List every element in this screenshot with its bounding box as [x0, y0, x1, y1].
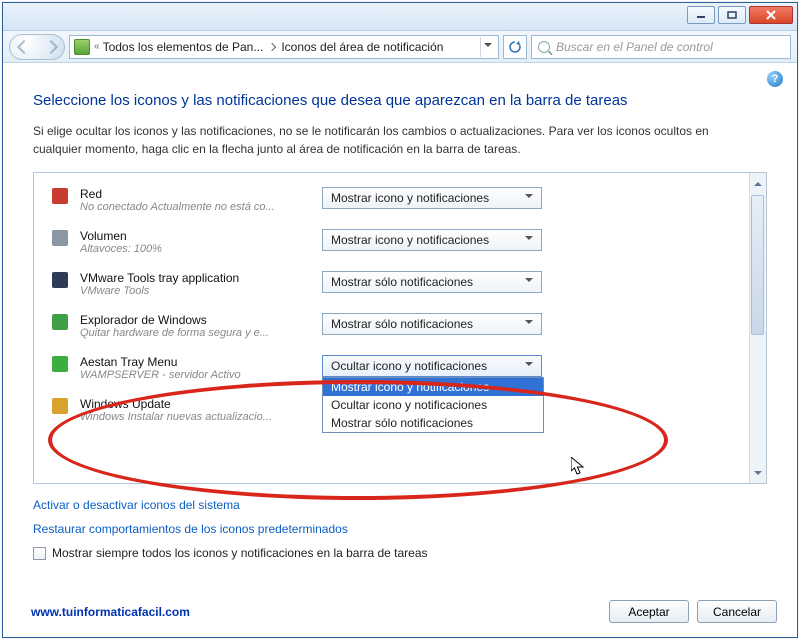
cursor-icon — [571, 457, 587, 477]
close-button[interactable] — [749, 6, 793, 24]
window-frame: « Todos los elementos de Pan... Iconos d… — [2, 2, 798, 638]
app-title: Red — [80, 187, 322, 201]
chevron-down-icon — [521, 231, 537, 249]
app-title: Explorador de Windows — [80, 313, 322, 327]
scroll-down-button[interactable] — [749, 466, 766, 483]
app-icon — [52, 272, 68, 288]
cancel-button[interactable]: Cancelar — [697, 600, 777, 623]
behavior-combobox[interactable]: Mostrar sólo notificaciones — [322, 313, 542, 335]
app-title: Aestan Tray Menu — [80, 355, 322, 369]
combobox-dropdown: Mostrar icono y notificacionesOcultar ic… — [322, 377, 544, 433]
search-input[interactable]: Buscar en el Panel de control — [531, 35, 791, 59]
back-icon — [16, 39, 30, 53]
forward-icon — [43, 39, 57, 53]
app-subtitle: Quitar hardware de forma segura y e... — [80, 327, 320, 339]
links-section: Activar o desactivar iconos del sistema … — [33, 498, 767, 560]
behavior-combobox[interactable]: Mostrar icono y notificaciones — [322, 187, 542, 209]
minimize-button[interactable] — [687, 6, 715, 24]
app-title: Volumen — [80, 229, 322, 243]
icon-settings-panel: RedNo conectado Actualmente no está co..… — [33, 172, 767, 484]
app-title: Windows Update — [80, 397, 322, 411]
breadcrumb-current: Iconos del área de notificación — [281, 40, 443, 54]
chevron-down-icon — [521, 189, 537, 207]
combobox-option[interactable]: Mostrar sólo notificaciones — [323, 414, 543, 432]
settings-row: VolumenAltavoces: 100% Mostrar icono y no… — [48, 229, 756, 255]
chevron-down-icon — [521, 315, 537, 333]
chevron-down-icon — [521, 273, 537, 291]
app-icon — [52, 398, 68, 414]
combobox-value: Mostrar sólo notificaciones — [331, 317, 473, 331]
refresh-button[interactable] — [503, 35, 527, 59]
behavior-combobox[interactable]: Mostrar sólo notificaciones — [322, 271, 542, 293]
chevron-right-icon — [268, 42, 276, 50]
page-title: Seleccione los iconos y las notificacion… — [33, 91, 767, 111]
app-icon — [52, 356, 68, 372]
link-system-icons[interactable]: Activar o desactivar iconos del sistema — [33, 498, 767, 512]
combobox-option[interactable]: Mostrar icono y notificaciones — [323, 378, 543, 396]
show-all-checkbox-label: Mostrar siempre todos los iconos y notif… — [52, 546, 428, 560]
scrollbar-thumb[interactable] — [751, 195, 764, 335]
app-subtitle: No conectado Actualmente no está co... — [80, 201, 320, 213]
behavior-combobox[interactable]: Ocultar icono y notificacionesMostrar ic… — [322, 355, 542, 377]
app-icon — [52, 230, 68, 246]
settings-row: Aestan Tray MenuWAMPSERVER - servidor Ac… — [48, 355, 756, 381]
link-restore-defaults[interactable]: Restaurar comportamientos de los iconos … — [33, 522, 767, 536]
combobox-value: Mostrar icono y notificaciones — [331, 233, 489, 247]
combobox-value: Mostrar sólo notificaciones — [331, 275, 473, 289]
scroll-up-button[interactable] — [749, 173, 766, 190]
combobox-option[interactable]: Ocultar icono y notificaciones — [323, 396, 543, 414]
app-subtitle: Altavoces: 100% — [80, 243, 320, 255]
maximize-button[interactable] — [718, 6, 746, 24]
show-all-checkbox-row: Mostrar siempre todos los iconos y notif… — [33, 546, 767, 560]
breadcrumb-dropdown[interactable] — [480, 37, 494, 57]
settings-row: VMware Tools tray applicationVMware Tool… — [48, 271, 756, 297]
nav-back-forward[interactable] — [9, 34, 65, 60]
breadcrumb-root: Todos los elementos de Pan... — [103, 40, 264, 54]
titlebar — [3, 3, 797, 31]
accept-button[interactable]: Aceptar — [609, 600, 689, 623]
scrollbar-track[interactable] — [749, 173, 766, 483]
app-title: VMware Tools tray application — [80, 271, 322, 285]
app-subtitle: WAMPSERVER - servidor Activo — [80, 369, 320, 381]
show-all-checkbox[interactable] — [33, 547, 46, 560]
breadcrumb[interactable]: « Todos los elementos de Pan... Iconos d… — [69, 35, 499, 59]
help-icon[interactable]: ? — [767, 71, 783, 87]
chevron-down-icon — [521, 357, 537, 375]
behavior-combobox[interactable]: Mostrar icono y notificaciones — [322, 229, 542, 251]
control-panel-icon — [74, 39, 90, 55]
footer-url: www.tuinformaticafacil.com — [31, 605, 190, 619]
footer: www.tuinformaticafacil.com Aceptar Cance… — [31, 600, 777, 623]
page-description: Si elige ocultar los iconos y las notifi… — [33, 123, 713, 158]
combobox-value: Mostrar icono y notificaciones — [331, 191, 489, 205]
combobox-value: Ocultar icono y notificaciones — [331, 359, 487, 373]
app-subtitle: Windows Instalar nuevas actualizacio... — [80, 411, 320, 423]
content-area: ? Seleccione los iconos y las notificaci… — [3, 63, 797, 637]
search-icon — [538, 41, 550, 53]
settings-row: Explorador de WindowsQuitar hardware de … — [48, 313, 756, 339]
app-subtitle: VMware Tools — [80, 285, 320, 297]
address-bar: « Todos los elementos de Pan... Iconos d… — [3, 31, 797, 63]
search-placeholder: Buscar en el Panel de control — [556, 40, 713, 54]
app-icon — [52, 314, 68, 330]
app-icon — [52, 188, 68, 204]
settings-row: RedNo conectado Actualmente no está co..… — [48, 187, 756, 213]
